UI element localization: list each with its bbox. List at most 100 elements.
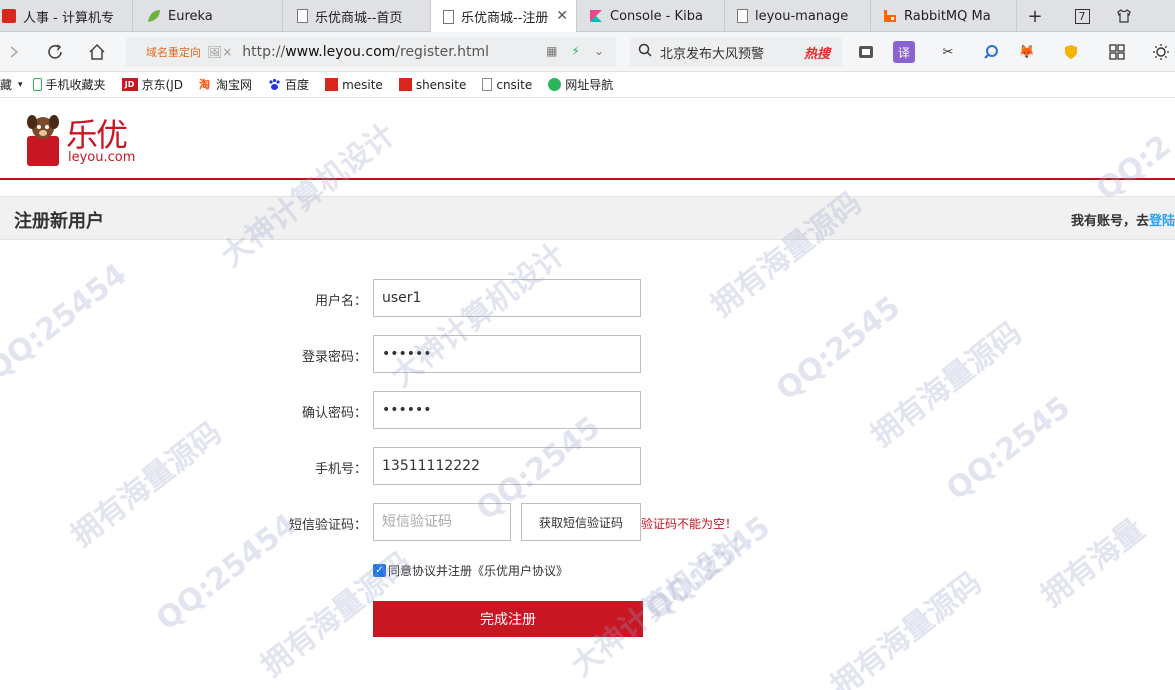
navigation-icon — [548, 78, 562, 91]
red-page-icon — [398, 78, 412, 91]
bookmark-favorites[interactable]: 收藏 ▾ — [0, 76, 23, 93]
taobao-icon: 淘 — [199, 78, 211, 91]
close-icon[interactable]: ✕ — [556, 8, 568, 24]
watermark: 拥有海量源码 — [824, 565, 989, 690]
shirt-icon[interactable] — [1112, 4, 1136, 28]
sms-code-label: 短信验证码： — [288, 518, 367, 533]
hot-search-label[interactable]: 热搜 — [804, 43, 830, 62]
red-page-icon — [325, 78, 339, 91]
tab-label: Eureka — [168, 8, 213, 24]
username-row: 用户名： — [0, 279, 1175, 317]
rabbitmq-icon — [883, 9, 897, 23]
phone-input[interactable] — [373, 447, 641, 485]
tab-eureka[interactable]: Eureka — [133, 0, 283, 32]
chevron-down-icon: ▾ — [18, 79, 23, 90]
red-page-icon — [2, 9, 16, 23]
tab-leyou-register[interactable]: 乐优商城--注册 ✕ — [431, 0, 577, 33]
new-tab-button[interactable]: + — [1023, 4, 1047, 28]
bookmark-navigation[interactable]: 网址导航 — [548, 76, 613, 93]
search-box[interactable]: 北京发布大风预警 热搜 — [630, 37, 842, 67]
username-label: 用户名： — [314, 294, 367, 309]
sms-code-input[interactable] — [373, 503, 511, 541]
site-header: 乐优 leyou.com — [0, 98, 1175, 180]
watermark: 拥有海量源码 — [864, 315, 1029, 454]
search-suggestion: 北京发布大风预警 — [660, 46, 765, 62]
agreement-row: ✓ 同意协议并注册《乐优用户协议》 — [373, 562, 568, 579]
tab-rabbitmq[interactable]: RabbitMQ Ma — [871, 0, 1017, 32]
tab-label: RabbitMQ Ma — [904, 8, 991, 24]
bookmark-baidu[interactable]: 百度 — [268, 76, 309, 93]
baidu-icon — [268, 78, 281, 91]
reader-icon[interactable] — [855, 41, 877, 63]
bookmarks-bar: 收藏 ▾ 手机收藏夹 JD 京东(JD 淘 淘宝网 百度 mesite shen… — [0, 72, 1175, 98]
sms-code-row: 短信验证码： 获取短信验证码 验证码不能为空！ — [0, 503, 1175, 541]
search-icon — [638, 43, 652, 61]
bookmark-jd[interactable]: JD 京东(JD — [121, 76, 183, 93]
brightness-icon[interactable] — [1150, 41, 1172, 63]
confirm-password-input[interactable] — [373, 391, 641, 429]
apps-grid-icon[interactable] — [1106, 41, 1128, 63]
get-sms-code-button[interactable]: 获取短信验证码 — [521, 503, 641, 541]
magnifier-icon[interactable] — [980, 41, 1002, 63]
password-input[interactable] — [373, 335, 641, 373]
complete-register-button[interactable]: 完成注册 — [373, 601, 643, 637]
bookmark-cnsite[interactable]: cnsite — [482, 78, 532, 92]
tab-count-button[interactable]: 7 — [1070, 4, 1094, 28]
bolt-icon[interactable]: ⚡ — [572, 44, 580, 58]
leaf-icon — [147, 9, 161, 23]
url-text[interactable]: http://www.leyou.com/register.html — [242, 44, 489, 60]
bookmark-taobao[interactable]: 淘 淘宝网 — [199, 76, 252, 93]
reload-icon[interactable] — [43, 40, 67, 64]
username-input[interactable] — [373, 279, 641, 317]
register-title-bar: 注册新用户 我有账号，去登陆 — [0, 196, 1175, 240]
tab-label: 乐优商城--首页 — [315, 10, 403, 26]
tab-renshi[interactable]: 人事 - 计算机专 — [0, 0, 133, 32]
no-image-icon: 🖼× — [207, 45, 233, 59]
phone-label: 手机号： — [314, 462, 367, 477]
forward-icon[interactable] — [2, 40, 26, 64]
tab-leyou-home[interactable]: 乐优商城--首页 — [283, 0, 431, 32]
tab-leyou-manage[interactable]: leyou-manage — [725, 0, 871, 32]
jd-icon: JD — [121, 78, 138, 91]
phone-icon — [32, 78, 42, 91]
tab-label: 乐优商城--注册 — [461, 11, 549, 26]
confirm-password-row: 确认密码： — [0, 391, 1175, 429]
tab-kibana[interactable]: Console - Kiba — [577, 0, 725, 32]
shield-yen-icon[interactable] — [1060, 41, 1082, 63]
page-icon — [737, 9, 748, 23]
sms-code-error: 验证码不能为空！ — [641, 517, 738, 531]
tab-label: 人事 - 计算机专 — [23, 10, 114, 26]
game-icon[interactable]: 🦊 — [1016, 41, 1038, 63]
agreement-text: 同意协议并注册《乐优用户协议》 — [388, 564, 569, 578]
login-link[interactable]: 登陆 — [1149, 214, 1175, 229]
password-row: 登录密码： — [0, 335, 1175, 373]
confirm-password-label: 确认密码： — [301, 406, 367, 421]
dog-mascot-icon — [27, 115, 59, 166]
bookmark-shensite[interactable]: shensite — [398, 78, 466, 92]
browser-tab-strip: 人事 - 计算机专 Eureka 乐优商城--首页 乐优商城--注册 ✕ Con… — [0, 0, 1175, 33]
qr-code-icon[interactable]: ▦ — [546, 44, 557, 58]
password-label: 登录密码： — [301, 350, 367, 365]
logo-domain: leyou.com — [68, 150, 136, 165]
have-account-text: 我有账号，去登陆 — [1070, 214, 1175, 229]
address-bar-icons: ▦ ⚡ ⌄ — [546, 44, 604, 58]
bookmark-mobile[interactable]: 手机收藏夹 — [32, 76, 106, 93]
scissors-icon[interactable]: ✂ — [937, 41, 959, 63]
address-bar[interactable]: 域名重定向 🖼× http://www.leyou.com/register.h… — [126, 37, 616, 67]
page-icon — [443, 9, 454, 24]
bookmark-mesite[interactable]: mesite — [325, 78, 383, 92]
translate-icon[interactable]: 译 — [893, 41, 915, 63]
tab-label: Console - Kiba — [610, 8, 703, 24]
tab-label: leyou-manage — [755, 8, 849, 24]
page-icon — [482, 78, 493, 91]
phone-row: 手机号： — [0, 447, 1175, 485]
chevron-down-icon[interactable]: ⌄ — [594, 44, 604, 58]
kibana-icon — [589, 9, 603, 23]
page-title: 注册新用户 — [14, 211, 104, 232]
home-icon[interactable] — [85, 40, 109, 64]
agreement-checkbox[interactable]: ✓ — [373, 564, 386, 577]
page-icon — [297, 9, 308, 23]
leyou-logo[interactable]: 乐优 leyou.com — [24, 112, 144, 168]
browser-toolbar: 域名重定向 🖼× http://www.leyou.com/register.h… — [0, 32, 1175, 72]
redirect-badge: 域名重定向 — [146, 46, 201, 59]
